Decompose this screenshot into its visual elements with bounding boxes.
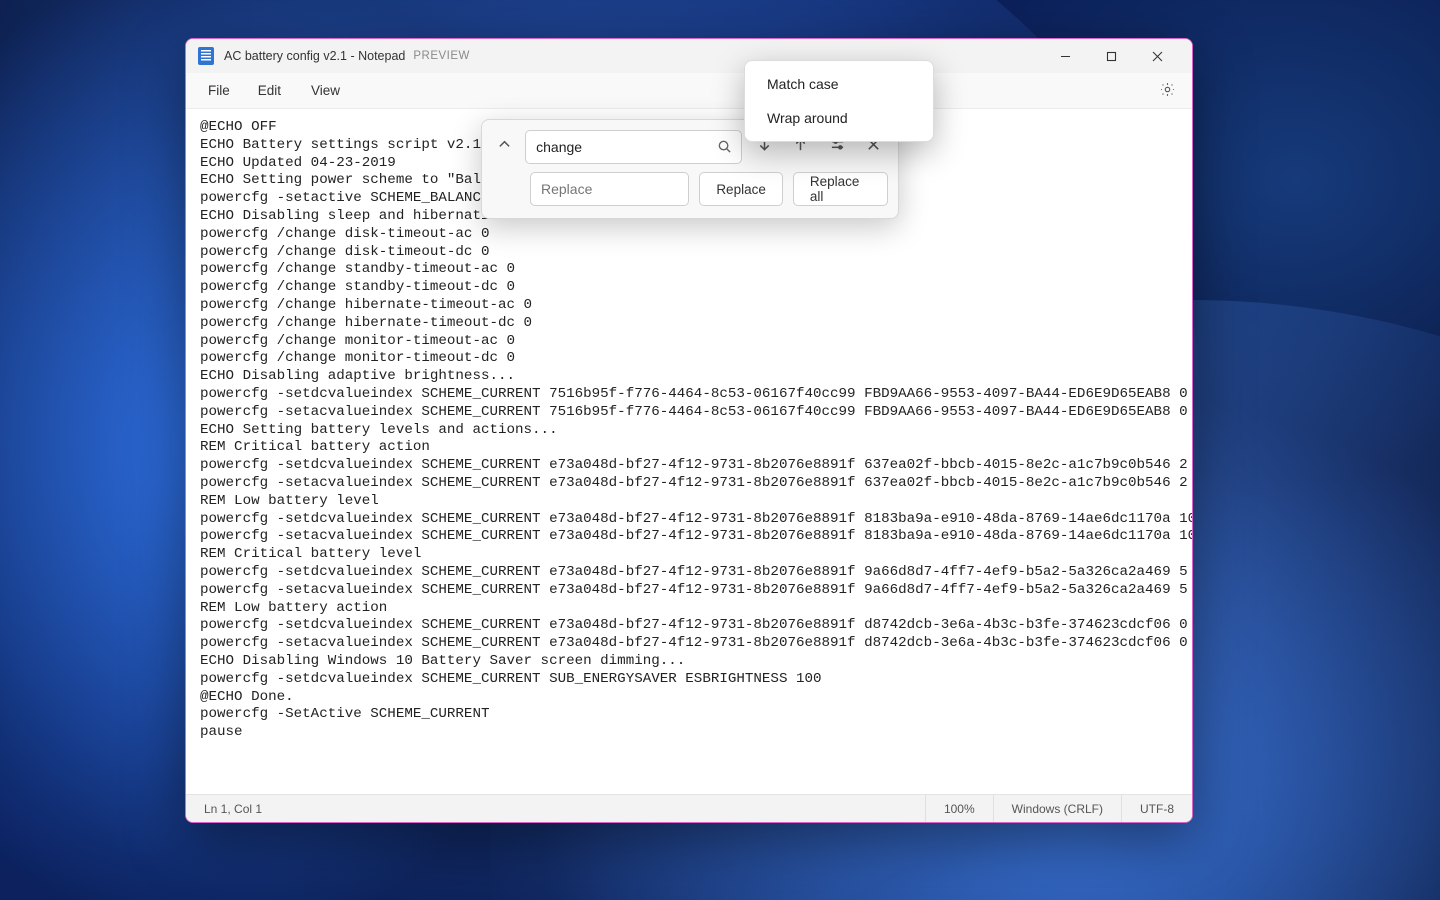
- search-input[interactable]: [536, 139, 717, 155]
- desktop-wallpaper: AC battery config v2.1 - Notepad PREVIEW…: [0, 0, 1440, 900]
- close-button[interactable]: [1134, 39, 1180, 73]
- titlebar[interactable]: AC battery config v2.1 - Notepad PREVIEW: [186, 39, 1192, 73]
- replace-all-button[interactable]: Replace all: [793, 172, 888, 206]
- window-title: AC battery config v2.1 - Notepad: [224, 49, 405, 63]
- menu-view[interactable]: View: [295, 77, 356, 104]
- notepad-icon: [198, 47, 214, 65]
- replace-field[interactable]: [530, 172, 689, 206]
- statusbar: Ln 1, Col 1 100% Windows (CRLF) UTF-8: [186, 794, 1192, 822]
- status-encoding: UTF-8: [1121, 795, 1192, 822]
- chevron-up-icon: [498, 138, 511, 156]
- search-icon: [717, 139, 733, 155]
- collapse-toggle[interactable]: [492, 130, 517, 164]
- search-field[interactable]: [525, 130, 742, 164]
- menu-file[interactable]: File: [194, 77, 244, 104]
- replace-button[interactable]: Replace: [699, 172, 783, 206]
- menubar: File Edit View: [186, 73, 1192, 109]
- gear-icon: [1159, 81, 1176, 101]
- replace-input[interactable]: [541, 173, 678, 205]
- option-match-case[interactable]: Match case: [745, 67, 933, 101]
- status-position: Ln 1, Col 1: [186, 795, 280, 822]
- settings-button[interactable]: [1150, 74, 1184, 108]
- minimize-button[interactable]: [1042, 39, 1088, 73]
- option-wrap-around[interactable]: Wrap around: [745, 101, 933, 135]
- find-options-popup: Match case Wrap around: [744, 60, 934, 142]
- menu-edit[interactable]: Edit: [244, 77, 295, 104]
- status-zoom[interactable]: 100%: [925, 795, 993, 822]
- status-eol: Windows (CRLF): [993, 795, 1121, 822]
- maximize-button[interactable]: [1088, 39, 1134, 73]
- preview-badge: PREVIEW: [413, 50, 470, 62]
